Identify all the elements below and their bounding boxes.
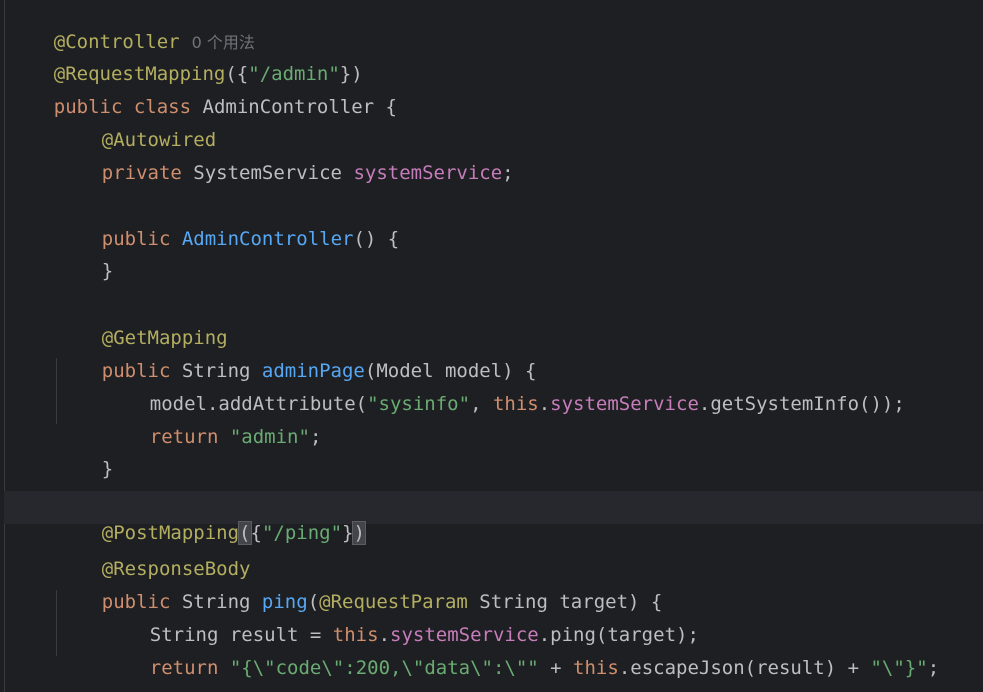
code-line[interactable]: } [56,427,113,480]
code-line[interactable]: private SystemService systemService; [56,131,514,184]
code-line[interactable]: return "{\"code\":200,\"data\":\"" + thi… [104,626,939,679]
operator-token: + [538,657,574,679]
code-editor[interactable]: @Controller 0 个用法 @RequestMapping({"/admi… [0,0,983,692]
keyword-token: private [101,162,182,184]
punctuation-token: , [470,393,493,415]
punctuation-token: ; [309,426,322,448]
keyword-token: return [149,426,219,448]
identifier-token: .escapeJson(result) + [618,657,871,679]
field-token: systemService [550,393,699,415]
code-line[interactable]: public String adminPage(Model model) { [56,329,537,382]
identifier-token: .getSystemInfo()); [698,393,905,415]
code-line[interactable]: @ResponseBody [56,527,251,580]
identifier-token: SystemService [181,162,354,184]
code-line[interactable]: model.addAttribute("sysinfo", this.syste… [104,362,905,415]
string-token: "sysinfo" [367,393,471,415]
punctuation-token: } [342,522,354,544]
code-line[interactable]: public AdminController() { [56,197,399,250]
gutter-border [4,0,5,692]
code-line[interactable]: @Controller 0 个用法 [8,0,255,53]
code-line[interactable]: @RequestMapping({"/admin"}) [8,32,363,85]
code-line[interactable]: public class AdminController { [8,65,397,118]
code-line[interactable]: @GetMapping [56,296,228,349]
string-token: "\"}" [870,657,928,679]
punctuation-token: } [101,260,114,282]
keyword-token: this [573,657,619,679]
code-line[interactable]: } [56,229,113,282]
code-line[interactable]: public String ping(@RequestParam String … [56,560,663,613]
field-token: systemService [353,162,503,184]
code-line[interactable]: String result = this.systemService.ping(… [104,593,699,646]
identifier-token: AdminController { [191,96,397,118]
string-token: "{\"code\":200,\"data\":\"" [229,657,539,679]
punctuation-token: ; [502,162,514,184]
punctuation-token: { [250,522,262,544]
method-token: AdminController [181,228,354,250]
punctuation-token: () { [353,228,400,250]
keyword-token: this [492,393,539,415]
brace-match: ) [352,521,366,545]
string-token: "admin" [229,426,310,448]
code-line[interactable]: @Autowired [56,98,216,151]
punctuation-token: ; [927,657,940,679]
code-line[interactable]: } [56,658,113,692]
code-line[interactable]: return "admin"; [104,395,322,448]
keyword-token: return [149,657,219,679]
code-line-current[interactable]: @PostMapping({"/ping"}) [4,491,983,545]
punctuation-token: } [101,458,114,480]
punctuation-token: . [538,393,551,415]
string-token: "/ping" [261,522,343,544]
